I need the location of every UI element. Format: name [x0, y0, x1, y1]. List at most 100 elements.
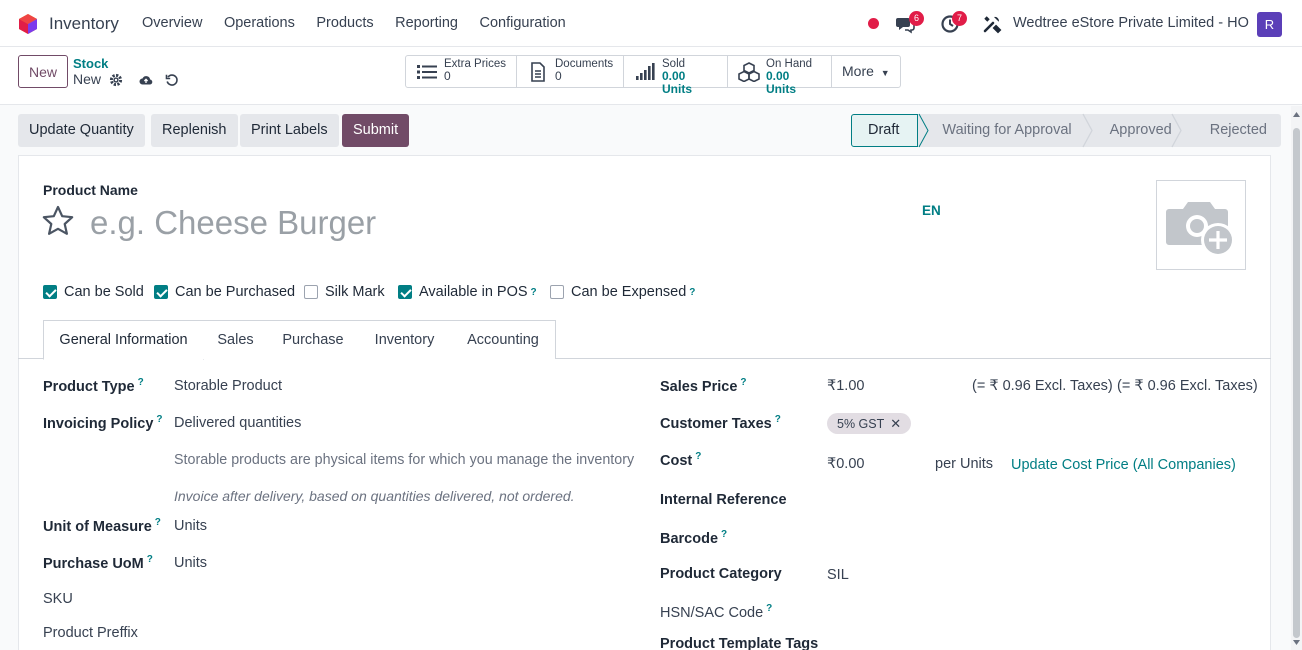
submit-button[interactable]: Submit — [342, 114, 410, 147]
company-switcher[interactable]: Wedtree eStore Private Limited - HO — [1013, 15, 1249, 31]
camera-add-icon — [1166, 202, 1235, 257]
scroll-down-arrow-icon[interactable] — [1292, 638, 1301, 647]
discard-undo-icon[interactable] — [165, 73, 179, 87]
smart-value: 0 — [555, 69, 562, 83]
excl-taxes-text: (= ₹ 0.96 Excl. Taxes) — [1117, 378, 1258, 394]
silk-mark-checkbox[interactable]: Silk Mark — [304, 284, 385, 300]
user-avatar[interactable]: R — [1257, 12, 1282, 37]
smart-label: Documents — [555, 58, 614, 70]
checkbox-label: Can be Sold — [64, 284, 144, 300]
print-labels-button[interactable]: Print Labels — [240, 114, 339, 147]
tab-general-information[interactable]: General Information — [43, 320, 204, 360]
status-waiting-approval[interactable]: Waiting for Approval — [918, 114, 1086, 147]
per-units-text: per Units — [935, 456, 994, 472]
app-name[interactable]: Inventory — [49, 14, 119, 34]
smart-value: 0.00 Units — [766, 69, 796, 96]
status-rejected[interactable]: Rejected — [1185, 114, 1281, 147]
tab-sales[interactable]: Sales — [203, 320, 269, 359]
cloud-upload-icon[interactable] — [139, 73, 153, 87]
breadcrumb-stock[interactable]: Stock — [73, 56, 108, 71]
help-tooltip-icon[interactable]: ? — [531, 287, 537, 298]
can-be-expensed-checkbox[interactable]: Can be Expensed ? — [550, 284, 695, 300]
product-image-upload[interactable] — [1156, 180, 1246, 270]
product-name-input[interactable] — [90, 202, 890, 244]
checkbox-box[interactable] — [43, 285, 57, 299]
product-template-tags-label: Product Template Tags — [660, 636, 819, 650]
can-be-purchased-checkbox[interactable]: Can be Purchased — [154, 284, 295, 300]
menu-operations[interactable]: Operations — [224, 15, 295, 31]
tools-icon[interactable] — [982, 14, 1002, 34]
more-label: More — [842, 63, 874, 79]
product-category-field[interactable]: SIL — [827, 567, 849, 583]
gear-icon[interactable] — [109, 73, 123, 87]
scrollbar-thumb[interactable] — [1293, 128, 1300, 638]
caret-down-icon: ▼ — [880, 68, 890, 78]
replenish-button[interactable]: Replenish — [151, 114, 238, 147]
checkbox-box[interactable] — [304, 285, 318, 299]
checkbox-label: Available in POS — [419, 284, 528, 300]
barcode-label: Barcode? — [660, 529, 728, 547]
customer-taxes-label: Customer Taxes? — [660, 414, 781, 432]
top-navbar: Inventory Overview Operations Products R… — [0, 0, 1302, 47]
checkbox-label: Can be Expensed — [571, 284, 687, 300]
list-icon — [417, 65, 437, 79]
help-tooltip-icon[interactable]: ? — [766, 603, 772, 614]
help-tooltip-icon[interactable]: ? — [695, 451, 701, 462]
smart-button-sold[interactable]: Sold 0.00 Units — [624, 56, 728, 96]
tab-inventory[interactable]: Inventory — [358, 320, 452, 359]
checkbox-box[interactable] — [398, 285, 412, 299]
invoicing-policy-field[interactable]: Delivered quantities — [174, 415, 301, 431]
recording-indicator-icon[interactable] — [868, 18, 879, 29]
scroll-up-arrow-icon[interactable] — [1292, 110, 1301, 119]
messages-badge: 6 — [909, 11, 924, 26]
new-record-button[interactable]: New — [18, 55, 68, 88]
language-button[interactable]: EN — [922, 203, 941, 218]
smart-label: Extra Prices — [444, 58, 506, 70]
smart-button-on-hand[interactable]: On Hand 0.00 Units — [728, 56, 832, 96]
update-cost-price-link[interactable]: Update Cost Price (All Companies) — [1011, 457, 1236, 473]
smart-button-extra-prices[interactable]: Extra Prices 0 — [406, 56, 517, 87]
status-approved[interactable]: Approved — [1085, 114, 1186, 147]
menu-configuration[interactable]: Configuration — [479, 15, 565, 31]
help-tooltip-icon[interactable]: ? — [775, 414, 781, 425]
purchase-uom-field[interactable]: Units — [174, 555, 207, 571]
menu-products[interactable]: Products — [316, 15, 373, 31]
document-icon — [531, 62, 545, 82]
remove-tag-icon[interactable]: ✕ — [890, 416, 901, 431]
menu-overview[interactable]: Overview — [142, 15, 202, 31]
sales-price-field[interactable]: ₹1.00 — [827, 378, 864, 394]
inventory-app-icon[interactable] — [17, 13, 39, 35]
help-tooltip-icon[interactable]: ? — [147, 554, 153, 565]
checkbox-label: Can be Purchased — [175, 284, 296, 300]
smart-more-dropdown[interactable]: More ▼ — [832, 56, 900, 87]
storable-help-text: Storable products are physical items for… — [174, 452, 635, 468]
uom-field[interactable]: Units — [174, 518, 207, 534]
help-tooltip-icon[interactable]: ? — [721, 529, 727, 540]
internal-reference-label: Internal Reference — [660, 492, 787, 508]
help-tooltip-icon[interactable]: ? — [689, 287, 695, 298]
help-tooltip-icon[interactable]: ? — [155, 517, 161, 528]
invoice-help-text: Invoice after delivery, based on quantit… — [174, 488, 575, 504]
checkbox-box[interactable] — [154, 285, 168, 299]
menu-reporting[interactable]: Reporting — [395, 15, 458, 31]
available-in-pos-checkbox[interactable]: Available in POS ? — [398, 284, 537, 300]
help-tooltip-icon[interactable]: ? — [156, 414, 162, 425]
product-type-field[interactable]: Storable Product — [174, 378, 282, 394]
tab-accounting[interactable]: Accounting — [451, 320, 556, 359]
product-type-label: Product Type? — [43, 377, 144, 395]
smart-button-documents[interactable]: Documents 0 — [517, 56, 624, 87]
cost-field[interactable]: ₹0.00 — [827, 456, 864, 472]
smart-value: 0 — [444, 69, 451, 83]
update-quantity-button[interactable]: Update Quantity — [18, 114, 145, 147]
smart-buttons: Extra Prices 0 Documents 0 Sold 0.00 Uni… — [405, 55, 901, 96]
can-be-sold-checkbox[interactable]: Can be Sold — [43, 284, 144, 300]
checkbox-box[interactable] — [550, 285, 564, 299]
tab-purchase[interactable]: Purchase — [268, 320, 359, 359]
star-favorite-icon[interactable] — [41, 204, 75, 238]
tax-tag[interactable]: 5% GST ✕ — [827, 413, 912, 434]
help-tooltip-icon[interactable]: ? — [138, 377, 144, 388]
help-tooltip-icon[interactable]: ? — [740, 377, 746, 388]
status-draft[interactable]: Draft — [851, 114, 919, 147]
excl-taxes-text: (= ₹ 0.96 Excl. Taxes) — [972, 378, 1113, 394]
checkbox-label: Silk Mark — [325, 284, 385, 300]
